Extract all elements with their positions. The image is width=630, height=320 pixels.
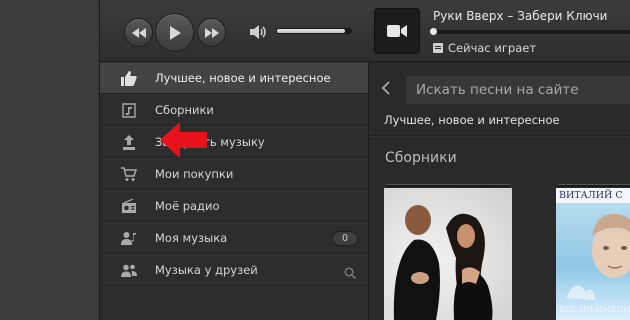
- sidebar-item-collections[interactable]: Сборники: [100, 94, 368, 126]
- album-cover-photo: [393, 205, 493, 320]
- search-icon[interactable]: [344, 264, 357, 280]
- sidebar-item-purchases[interactable]: Мои покупки: [100, 158, 368, 190]
- sidebar-nav: Лучшее, новое и интересное Сборники Загр…: [100, 62, 369, 320]
- volume-slider[interactable]: [276, 28, 352, 34]
- fast-forward-button[interactable]: [197, 18, 226, 47]
- back-arrow-icon[interactable]: [380, 80, 394, 95]
- album-cover-subtitle: БОГ ПО ИМЕНИ: [559, 305, 630, 314]
- player-topbar: Руки Вверх – Забери Ключи Сейчас играет: [100, 0, 630, 62]
- fast-forward-icon: [204, 27, 219, 38]
- album-cover: [384, 188, 512, 320]
- speaker-icon[interactable]: [250, 24, 268, 40]
- list-icon: [433, 43, 443, 53]
- divider: [370, 135, 630, 136]
- sidebar-item-label: Моё радио: [155, 199, 220, 213]
- breadcrumb: Лучшее, новое и интересное: [384, 113, 560, 127]
- sidebar-item-best-new[interactable]: Лучшее, новое и интересное: [100, 62, 368, 94]
- thumbs-up-icon: [121, 71, 137, 86]
- sidebar-item-label: Лучшее, новое и интересное: [155, 71, 331, 85]
- radio-icon: [121, 198, 137, 214]
- track-title[interactable]: Руки Вверх – Забери Ключи: [433, 9, 607, 23]
- sidebar-item-label: Мои покупки: [155, 167, 234, 181]
- sidebar-item-label: Музыка у друзей: [155, 263, 258, 277]
- album-cover-portrait: [566, 213, 630, 300]
- sidebar-item-label: Сборники: [155, 103, 214, 117]
- cart-icon: [121, 167, 138, 182]
- friends-icon: [121, 263, 137, 278]
- album-stack-edge: [386, 184, 510, 187]
- sidebar-item-radio[interactable]: Моё радио: [100, 190, 368, 222]
- music-collection-icon: [121, 103, 137, 118]
- video-camera-icon: [387, 25, 407, 37]
- upload-icon: [121, 135, 137, 150]
- volume-level-fill: [277, 29, 346, 33]
- search-input[interactable]: [405, 75, 630, 105]
- album-card[interactable]: ВИТАЛИЙ С БОГ ПО ИМЕНИ: [556, 184, 630, 320]
- sidebar-item-my-music[interactable]: Моя музыка 0: [100, 222, 368, 254]
- main-content: Лучшее, новое и интересное Сборники: [370, 62, 630, 320]
- now-playing-label: Сейчас играет: [448, 41, 537, 55]
- music-player-window: Руки Вверх – Забери Ключи Сейчас играет …: [99, 0, 630, 320]
- play-button[interactable]: [155, 13, 194, 52]
- play-icon: [169, 25, 181, 40]
- track-thumbnail[interactable]: [374, 8, 420, 54]
- rewind-icon: [131, 27, 146, 38]
- count-badge: 0: [332, 231, 358, 246]
- progress-handle[interactable]: [430, 28, 437, 35]
- annotation-arrow-icon: [160, 122, 207, 158]
- album-card[interactable]: [384, 184, 512, 320]
- sidebar-item-label: Моя музыка: [155, 231, 228, 245]
- sidebar-item-upload[interactable]: Загрузить музыку: [100, 126, 368, 158]
- section-title: Сборники: [385, 150, 457, 166]
- album-cover: ВИТАЛИЙ С БОГ ПО ИМЕНИ: [556, 188, 630, 320]
- search-bar: [370, 62, 630, 112]
- now-playing-status[interactable]: Сейчас играет: [433, 41, 536, 55]
- track-progress-bar[interactable]: [430, 28, 630, 35]
- desktop-background: Руки Вверх – Забери Ключи Сейчас играет …: [0, 0, 630, 320]
- sidebar-item-friends-music[interactable]: Музыка у друзей: [100, 254, 368, 286]
- rewind-button[interactable]: [124, 18, 153, 47]
- user-music-icon: [121, 231, 137, 246]
- album-stack-edge: [558, 184, 630, 187]
